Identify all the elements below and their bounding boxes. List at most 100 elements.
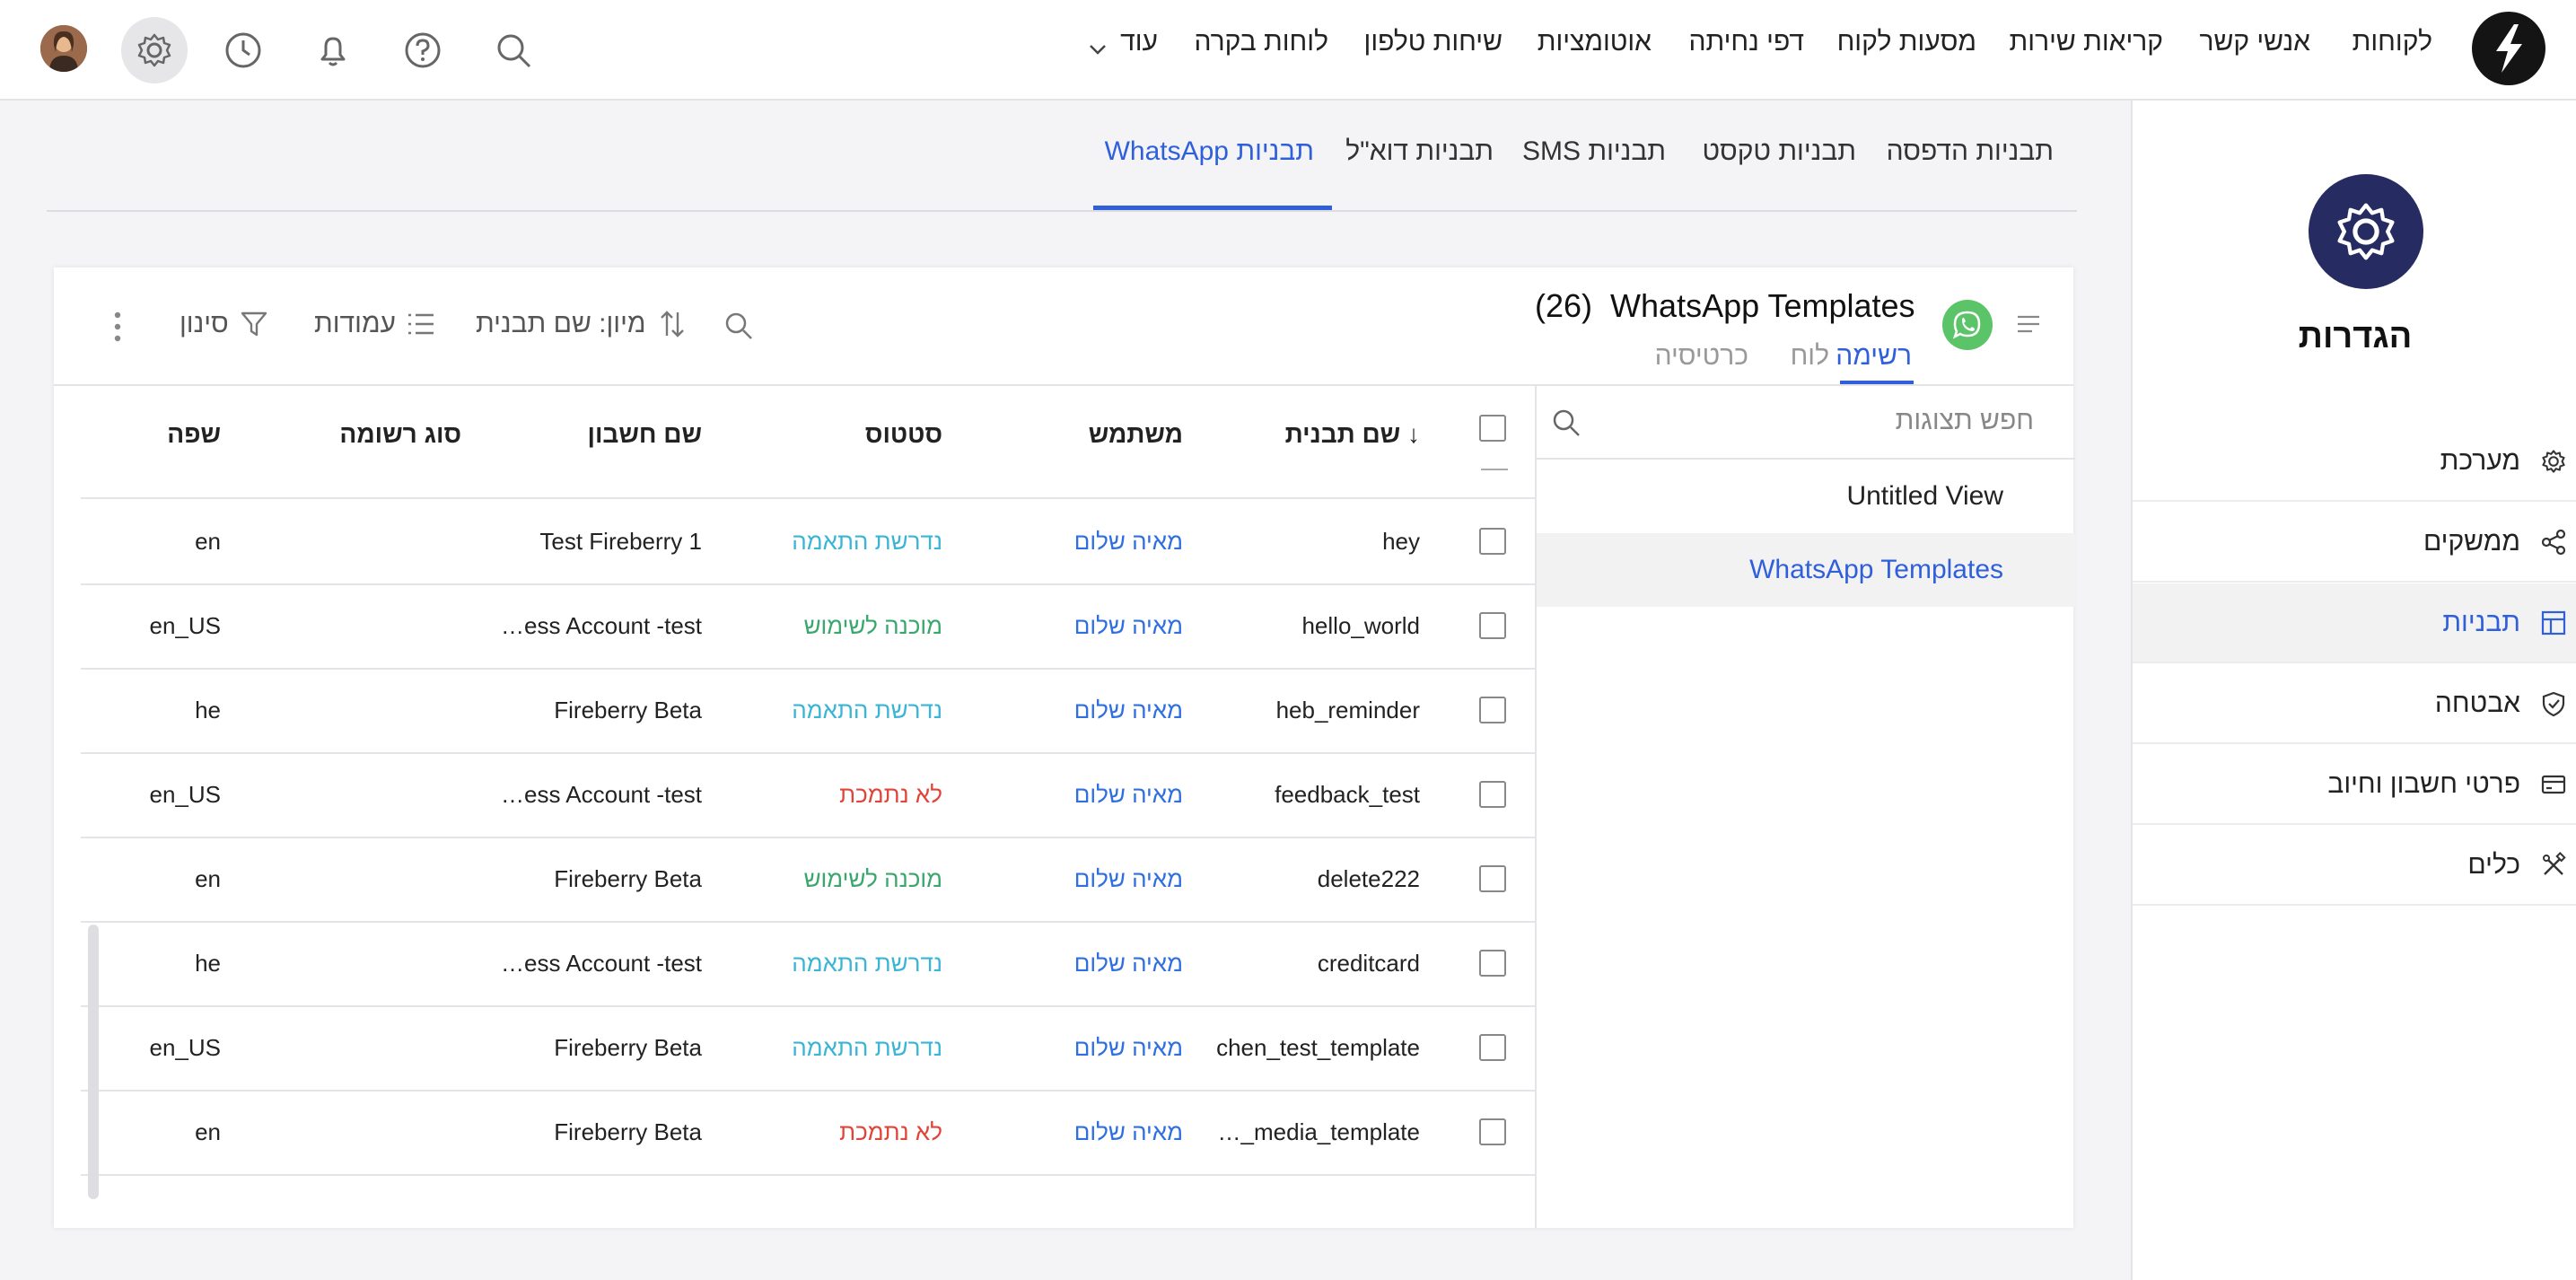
sort-icon <box>660 311 684 338</box>
nav-item-customer-journeys[interactable]: מסעות לקוח <box>1837 27 1976 66</box>
search-icon[interactable] <box>480 17 547 83</box>
cell-template-name[interactable]: hey <box>1382 528 1420 556</box>
columns-button[interactable]: עמודות <box>314 309 435 339</box>
cell-user[interactable]: מאיה שלום <box>1074 865 1183 893</box>
cell-status: מוכנה לשימוש <box>803 865 942 892</box>
row-checkbox[interactable] <box>1479 697 1506 723</box>
column-header-status[interactable]: סטטוס <box>865 420 942 449</box>
cell-user[interactable]: מאיה שלום <box>1074 950 1183 978</box>
gear-icon <box>2538 446 2569 477</box>
settings-title: הגדרות <box>2298 318 2413 355</box>
fireberry-logo[interactable] <box>2472 12 2545 85</box>
cell-status: לא נתמכת <box>839 781 942 808</box>
row-checkbox[interactable] <box>1479 528 1506 555</box>
column-header-template-name[interactable]: ↓ שם תבנית <box>1285 420 1420 449</box>
cell-template-name[interactable]: …_media_template <box>1218 1118 1420 1146</box>
cell-language: en_US <box>149 1034 222 1061</box>
user-avatar[interactable] <box>40 25 87 72</box>
cell-user[interactable]: מאיה שלום <box>1074 697 1183 724</box>
active-tab-indicator <box>1093 206 1332 210</box>
cell-template-name[interactable]: heb_reminder <box>1276 697 1420 724</box>
sidebar-item-label: ממשקים <box>2423 526 2520 557</box>
tab-sms-templates[interactable]: תבניות SMS <box>1522 136 1666 167</box>
view-tab-list[interactable]: רשימה <box>1836 341 1912 372</box>
table-row[interactable]: …_media_template מאיה שלום לא נתמכת Fireber… <box>81 1092 1535 1176</box>
cell-status: נדרשת התאמה <box>792 697 942 723</box>
clock-icon[interactable] <box>210 17 276 83</box>
table-row[interactable]: delete222 מאיה שלום מוכנה לשימוש Fireberry … <box>81 838 1535 923</box>
vertical-scrollbar[interactable] <box>88 925 99 1199</box>
tab-text-templates[interactable]: תבניות טקסט <box>1702 136 1856 167</box>
cell-user[interactable]: מאיה שלום <box>1074 528 1183 556</box>
cell-user[interactable]: מאיה שלום <box>1074 1034 1183 1062</box>
sidebar-item-integrations[interactable]: ממשקים <box>2133 503 2576 583</box>
view-item-untitled[interactable]: Untitled View <box>1537 460 2075 533</box>
cell-template-name[interactable]: feedback_test <box>1275 781 1420 809</box>
table-row[interactable]: heb_reminder מאיה שלום נדרשת התאמה Fireberr… <box>81 670 1535 754</box>
views-search-placeholder: חפש תצוגות <box>1895 406 2034 435</box>
sort-button[interactable]: מיון: שם תבנית <box>476 309 686 339</box>
row-checkbox[interactable] <box>1479 1034 1506 1061</box>
chevron-down-icon[interactable] <box>1088 43 1108 56</box>
cell-account-name: …ess Account -test <box>501 950 702 977</box>
row-checkbox[interactable] <box>1479 865 1506 892</box>
cell-account-name: …ess Account -test <box>501 612 702 639</box>
nav-item-contacts[interactable]: אנשי קשר <box>2199 27 2310 66</box>
row-checkbox[interactable] <box>1479 950 1506 977</box>
search-icon[interactable] <box>1551 408 1582 438</box>
view-tab-board[interactable]: לוח <box>1791 341 1829 372</box>
table-row[interactable]: hey מאיה שלום נדרשת התאמה Test Fireberry 1 e… <box>81 501 1535 585</box>
cell-template-name[interactable]: chen_test_template <box>1216 1034 1420 1062</box>
view-item-whatsapp-templates[interactable]: WhatsApp Templates <box>1537 533 2075 607</box>
cell-template-name[interactable]: creditcard <box>1318 950 1420 978</box>
cell-user[interactable]: מאיה שלום <box>1074 1118 1183 1146</box>
column-header-user[interactable]: משתמש <box>1089 420 1183 449</box>
nav-item-customers[interactable]: לקוחות <box>2353 27 2432 66</box>
cell-user[interactable]: מאיה שלום <box>1074 612 1183 640</box>
nav-item-more[interactable]: עוד <box>1120 27 1158 66</box>
tab-print-templates[interactable]: תבניות הדפסה <box>1887 136 2054 167</box>
sidebar-item-system[interactable]: מערכת <box>2133 422 2576 502</box>
template-count: (26) <box>1535 287 1593 324</box>
table-row[interactable]: hello_world מאיה שלום מוכנה לשימוש …ess Acc… <box>81 585 1535 670</box>
row-checkbox[interactable] <box>1479 1118 1506 1145</box>
table-row[interactable]: feedback_test מאיה שלום לא נתמכת …ess Accou… <box>81 754 1535 838</box>
sidebar-item-security[interactable]: אבטחה <box>2133 664 2576 744</box>
settings-gear-icon[interactable] <box>121 17 188 83</box>
nav-item-automations[interactable]: אוטומציות <box>1538 27 1652 66</box>
views-search-field[interactable]: חפש תצוגות <box>1537 386 2075 460</box>
cell-language: he <box>195 950 221 977</box>
nav-item-service-calls[interactable]: קריאות שירות <box>2010 27 2163 66</box>
cell-language: he <box>195 697 221 723</box>
tab-whatsapp-templates[interactable]: תבניות WhatsApp <box>1105 136 1314 167</box>
columns-label: עמודות <box>314 309 397 338</box>
nav-item-landing-pages[interactable]: דפי נחיתה <box>1688 27 1804 66</box>
sidebar-item-billing[interactable]: פרטי חשבון וחיוב <box>2133 745 2576 825</box>
more-options-icon[interactable] <box>113 311 122 343</box>
column-header-language[interactable]: שפה <box>167 420 221 449</box>
view-tab-card[interactable]: כרטיסיה <box>1655 341 1748 372</box>
cell-user[interactable]: מאיה שלום <box>1074 781 1183 809</box>
settings-sidebar: הגדרות מערכת ממשקים תבניות אבטחה פרטי חש… <box>2131 101 2576 1280</box>
cell-template-name[interactable]: hello_world <box>1301 612 1420 640</box>
column-header-account-name[interactable]: שם חשבון <box>588 420 702 449</box>
select-all-checkbox[interactable] <box>1479 415 1506 442</box>
sidebar-item-tools[interactable]: כלים <box>2133 826 2576 906</box>
row-checkbox[interactable] <box>1479 612 1506 639</box>
menu-lines-icon[interactable] <box>2016 314 2041 334</box>
header-line <box>81 497 1535 499</box>
search-icon[interactable] <box>723 311 754 341</box>
nav-item-phone-calls[interactable]: שיחות טלפון <box>1364 27 1503 66</box>
sidebar-item-label: אבטחה <box>2434 688 2520 718</box>
nav-item-dashboards[interactable]: לוחות בקרה <box>1195 27 1328 66</box>
sidebar-item-templates[interactable]: תבניות <box>2133 583 2576 663</box>
row-checkbox[interactable] <box>1479 781 1506 808</box>
filter-button[interactable]: סינון <box>180 309 268 339</box>
table-row[interactable]: chen_test_template מאיה שלום נדרשת התאמה Fi… <box>81 1007 1535 1092</box>
tab-email-templates[interactable]: תבניות דוא"ל <box>1345 136 1494 167</box>
column-header-record-type[interactable]: סוג רשומה <box>339 420 461 449</box>
help-icon[interactable] <box>390 17 456 83</box>
bell-icon[interactable] <box>300 17 366 83</box>
table-row[interactable]: creditcard מאיה שלום נדרשת התאמה …ess Accou… <box>81 923 1535 1007</box>
cell-template-name[interactable]: delete222 <box>1318 865 1420 893</box>
